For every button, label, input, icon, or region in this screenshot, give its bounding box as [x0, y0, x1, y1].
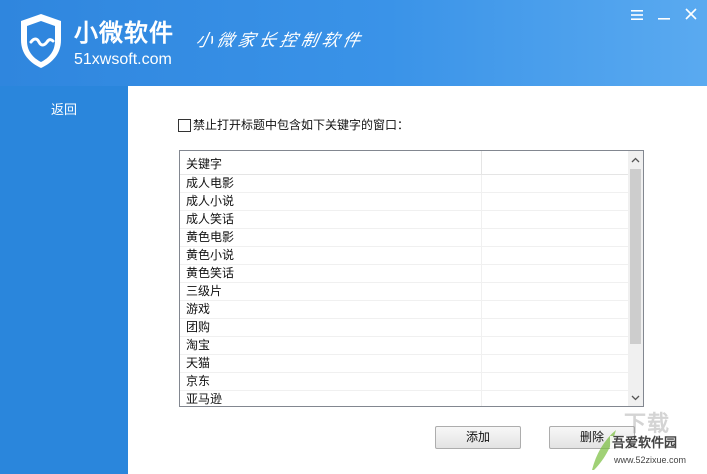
list-item[interactable]: 成人笑话	[180, 211, 628, 229]
row-column-divider	[481, 283, 482, 301]
list-item[interactable]: 成人小说	[180, 193, 628, 211]
block-keyword-checkbox[interactable]	[178, 118, 191, 132]
keyword-text: 成人电影	[186, 176, 235, 190]
row-column-divider	[481, 265, 482, 283]
keyword-text: 团购	[186, 320, 211, 334]
column-header-keyword[interactable]: 关键字	[186, 156, 222, 172]
row-column-divider	[481, 319, 482, 337]
brand-url: 51xwsoft.com	[74, 51, 172, 68]
column-divider[interactable]	[481, 151, 482, 175]
list-item[interactable]: 京东	[180, 373, 628, 391]
scroll-thumb[interactable]	[630, 169, 641, 344]
row-column-divider	[481, 355, 482, 373]
keyword-text: 成人小说	[186, 194, 235, 208]
row-column-divider	[481, 193, 482, 211]
keyword-text: 成人笑话	[186, 212, 235, 226]
list-item[interactable]: 游戏	[180, 301, 628, 319]
app-slogan: 小微家长控制软件	[193, 31, 367, 51]
close-icon	[685, 8, 697, 20]
block-keyword-label: 禁止打开标题中包含如下关键字的窗口：	[193, 118, 410, 132]
brand-name: 小微软件	[74, 19, 174, 47]
row-column-divider	[481, 247, 482, 265]
row-column-divider	[481, 337, 482, 355]
list-header: 关键字	[180, 151, 628, 175]
delete-button[interactable]: 删除	[549, 426, 635, 449]
minimize-button[interactable]	[654, 6, 674, 24]
keyword-text: 亚马逊	[186, 392, 223, 406]
close-button[interactable]	[681, 6, 701, 24]
list-body: 成人电影成人小说成人笑话黄色电影黄色小说黄色笑话三级片游戏团购淘宝天猫京东亚马逊	[180, 175, 628, 406]
keyword-text: 黄色小说	[186, 248, 235, 262]
row-column-divider	[481, 211, 482, 229]
list-item[interactable]: 三级片	[180, 283, 628, 301]
block-keyword-option[interactable]: 禁止打开标题中包含如下关键字的窗口：	[178, 117, 409, 133]
list-item[interactable]: 团购	[180, 319, 628, 337]
keyword-text: 三级片	[186, 284, 223, 298]
title-bar: 小微软件 51xwsoft.com 小微家长控制软件	[0, 0, 707, 86]
list-item[interactable]: 黄色小说	[180, 247, 628, 265]
keyword-list[interactable]: 关键字 成人电影成人小说成人笑话黄色电影黄色小说黄色笑话三级片游戏团购淘宝天猫京…	[179, 150, 644, 407]
list-item[interactable]: 天猫	[180, 355, 628, 373]
sidebar: 返回	[0, 86, 128, 474]
list-item[interactable]: 亚马逊	[180, 391, 628, 406]
watermark-url: www.52zixue.com	[614, 455, 687, 465]
sidebar-item-back[interactable]: 返回	[0, 100, 128, 122]
chevron-up-icon	[631, 157, 640, 162]
row-column-divider	[481, 301, 482, 319]
minimize-icon	[658, 18, 670, 20]
list-item[interactable]: 成人电影	[180, 175, 628, 193]
add-button[interactable]: 添加	[435, 426, 521, 449]
row-column-divider	[481, 229, 482, 247]
scroll-up-button[interactable]	[628, 151, 643, 168]
menu-button[interactable]	[627, 6, 647, 24]
keyword-text: 天猫	[186, 356, 211, 370]
vertical-scrollbar[interactable]	[628, 151, 643, 406]
list-item[interactable]: 黄色电影	[180, 229, 628, 247]
list-item[interactable]: 淘宝	[180, 337, 628, 355]
keyword-text: 淘宝	[186, 338, 211, 352]
keyword-text: 黄色笑话	[186, 266, 235, 280]
chevron-down-icon	[631, 395, 640, 400]
keyword-text: 京东	[186, 374, 211, 388]
shield-logo-icon	[21, 14, 61, 68]
scroll-down-button[interactable]	[628, 389, 643, 406]
row-column-divider	[481, 373, 482, 391]
keyword-text: 黄色电影	[186, 230, 235, 244]
keyword-text: 游戏	[186, 302, 211, 316]
list-item[interactable]: 黄色笑话	[180, 265, 628, 283]
row-column-divider	[481, 175, 482, 193]
menu-icon	[631, 10, 643, 20]
row-column-divider	[481, 391, 482, 406]
